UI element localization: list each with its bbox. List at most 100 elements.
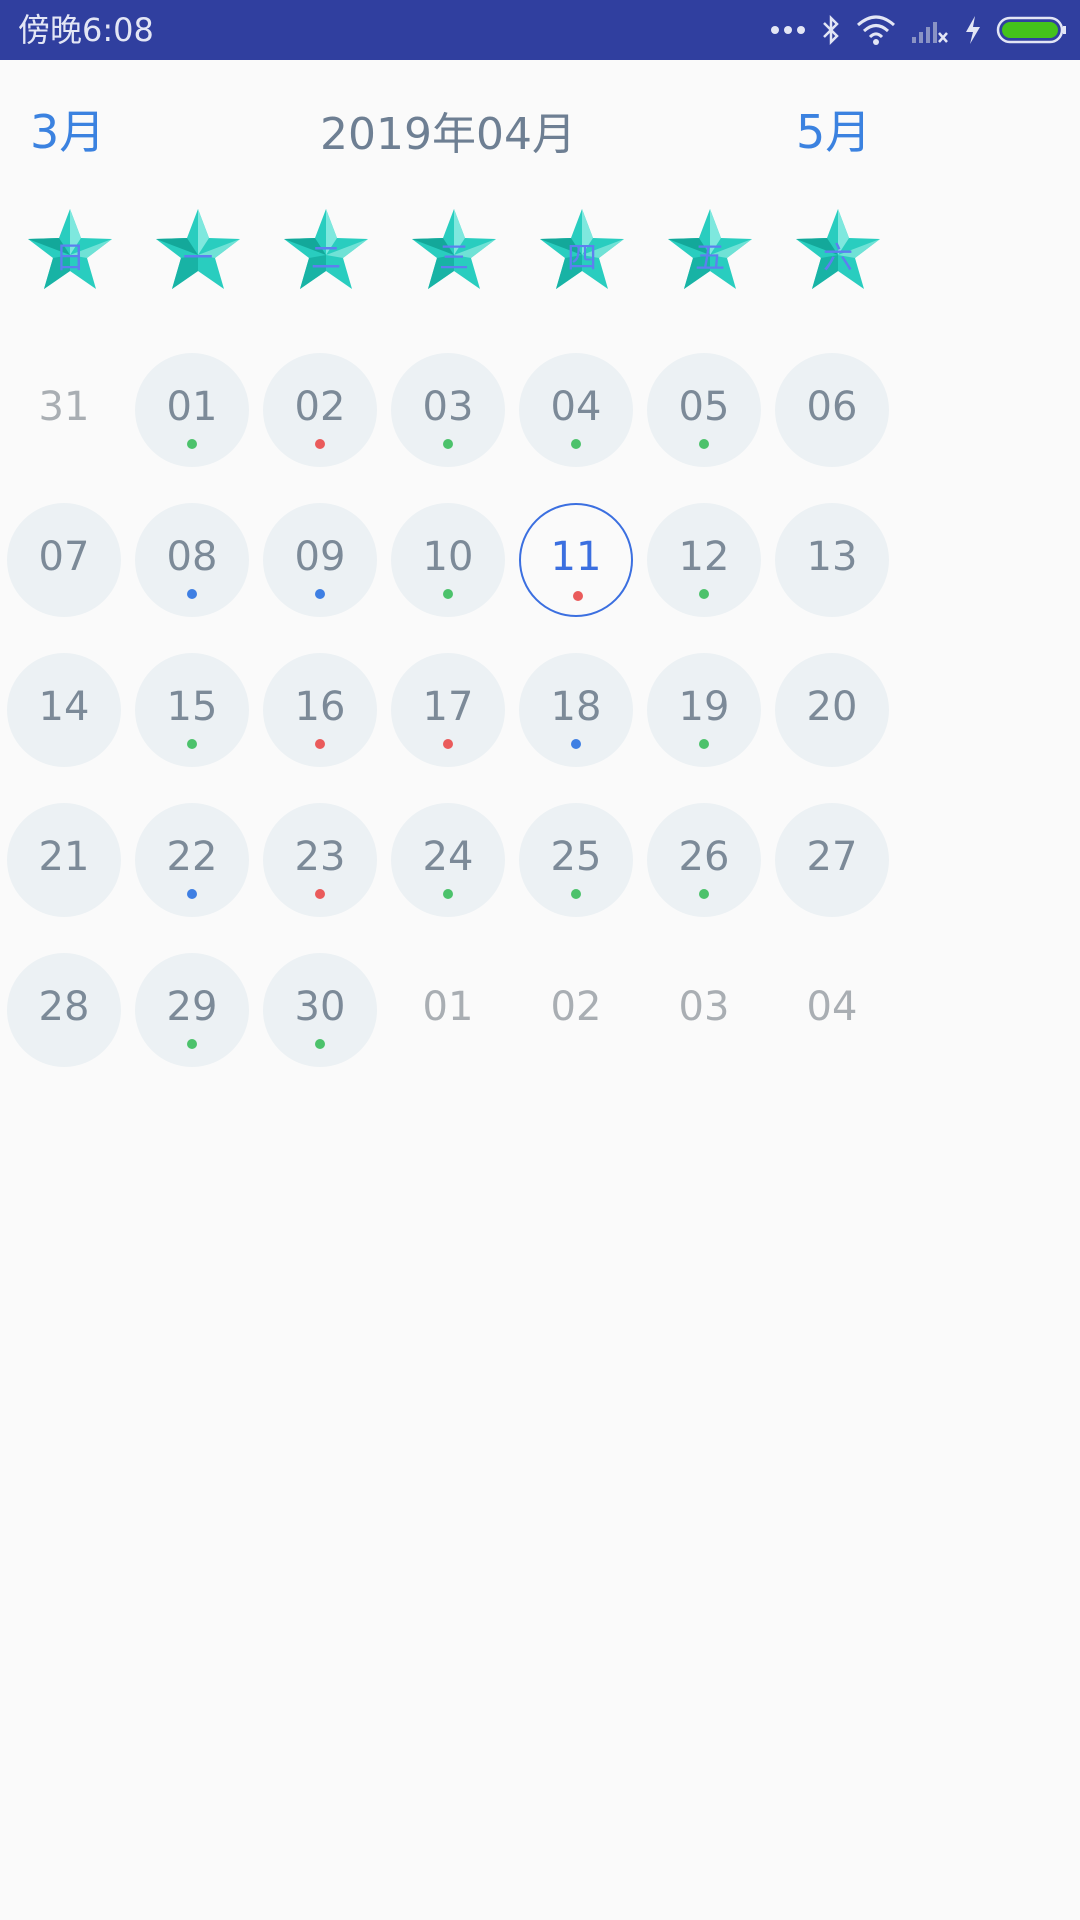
wifi-icon: [857, 15, 895, 45]
day-cell[interactable]: 23: [263, 803, 377, 917]
next-month-button[interactable]: 5月: [796, 96, 871, 162]
day-number: 30: [294, 984, 346, 1030]
weekday-5: 五: [665, 205, 755, 295]
day-cell[interactable]: 16: [263, 653, 377, 767]
charging-icon: [966, 16, 980, 44]
day-number: 28: [38, 984, 90, 1030]
bluetooth-icon: [823, 14, 839, 46]
day-number: 10: [422, 534, 474, 580]
day-number: 25: [550, 834, 602, 880]
day-number: 04: [806, 984, 858, 1030]
month-title: 2019年04月: [320, 109, 576, 160]
day-cell[interactable]: 06: [775, 353, 889, 467]
day-cell[interactable]: 25: [519, 803, 633, 917]
prev-month-button[interactable]: 3月: [30, 96, 105, 162]
day-cell-outside[interactable]: 03: [647, 953, 761, 1067]
weekday-label: 二: [311, 241, 341, 276]
day-cell-outside[interactable]: 02: [519, 953, 633, 1067]
event-dot-red: [315, 439, 325, 449]
weekday-4: 四: [537, 205, 627, 295]
day-cell[interactable]: 09: [263, 503, 377, 617]
day-cell[interactable]: 14: [7, 653, 121, 767]
weekday-label: 六: [823, 241, 853, 276]
day-cell[interactable]: 05: [647, 353, 761, 467]
event-dot-green: [699, 889, 709, 899]
event-dot-green: [699, 439, 709, 449]
day-number: 04: [550, 384, 602, 430]
day-number: 13: [806, 534, 858, 580]
day-number: 12: [678, 534, 730, 580]
day-cell[interactable]: 18: [519, 653, 633, 767]
day-cell-outside[interactable]: 04: [775, 953, 889, 1067]
day-cell-selected[interactable]: 11: [519, 503, 633, 617]
day-cell[interactable]: 12: [647, 503, 761, 617]
status-bar: 傍晚6:08: [0, 0, 1080, 60]
event-dot-red: [573, 591, 583, 601]
day-number: 02: [550, 984, 602, 1030]
day-cell[interactable]: 30: [263, 953, 377, 1067]
day-number: 23: [294, 834, 346, 880]
weekday-header: 日一二三四五六: [0, 205, 890, 295]
day-cell-outside[interactable]: 01: [391, 953, 505, 1067]
day-number: 01: [422, 984, 474, 1030]
weekday-1: 一: [153, 205, 243, 295]
weekday-3: 三: [409, 205, 499, 295]
day-number: 02: [294, 384, 346, 430]
day-cell[interactable]: 17: [391, 653, 505, 767]
day-cell[interactable]: 02: [263, 353, 377, 467]
event-dot-blue: [187, 889, 197, 899]
day-cell[interactable]: 19: [647, 653, 761, 767]
signal-no-sim-icon: [912, 22, 948, 43]
day-number: 27: [806, 834, 858, 880]
event-dot-red: [315, 739, 325, 749]
event-dot-green: [699, 739, 709, 749]
day-cell[interactable]: 10: [391, 503, 505, 617]
day-number: 03: [678, 984, 730, 1030]
weekday-6: 六: [793, 205, 883, 295]
day-cell[interactable]: 15: [135, 653, 249, 767]
day-cell[interactable]: 13: [775, 503, 889, 617]
day-number: 01: [166, 384, 218, 430]
day-number: 17: [422, 684, 474, 730]
day-cell-outside[interactable]: 31: [7, 353, 121, 467]
weekday-label: 四: [567, 241, 597, 276]
event-dot-green: [187, 739, 197, 749]
event-dot-green: [315, 1039, 325, 1049]
event-dot-green: [187, 1039, 197, 1049]
day-number: 18: [550, 684, 602, 730]
day-cell[interactable]: 20: [775, 653, 889, 767]
event-dot-green: [187, 439, 197, 449]
status-icons: [770, 0, 1068, 60]
day-cell[interactable]: 03: [391, 353, 505, 467]
event-dot-green: [571, 439, 581, 449]
day-number: 11: [550, 534, 602, 580]
day-number: 24: [422, 834, 474, 880]
day-number: 19: [678, 684, 730, 730]
day-number: 29: [166, 984, 218, 1030]
weekday-0: 日: [25, 205, 115, 295]
day-cell[interactable]: 26: [647, 803, 761, 917]
day-number: 08: [166, 534, 218, 580]
day-cell[interactable]: 07: [7, 503, 121, 617]
event-dot-blue: [315, 589, 325, 599]
day-cell[interactable]: 29: [135, 953, 249, 1067]
day-cell[interactable]: 27: [775, 803, 889, 917]
day-number: 22: [166, 834, 218, 880]
day-number: 06: [806, 384, 858, 430]
weekday-label: 一: [183, 241, 213, 276]
day-number: 26: [678, 834, 730, 880]
day-cell[interactable]: 08: [135, 503, 249, 617]
day-number: 09: [294, 534, 346, 580]
event-dot-red: [443, 739, 453, 749]
day-cell[interactable]: 22: [135, 803, 249, 917]
day-cell[interactable]: 04: [519, 353, 633, 467]
day-number: 31: [38, 384, 90, 430]
day-cell[interactable]: 01: [135, 353, 249, 467]
day-cell[interactable]: 24: [391, 803, 505, 917]
day-number: 16: [294, 684, 346, 730]
day-cell[interactable]: 28: [7, 953, 121, 1067]
weekday-label: 日: [55, 241, 85, 276]
day-cell[interactable]: 21: [7, 803, 121, 917]
weekday-label: 三: [439, 241, 469, 276]
weekday-label: 五: [695, 241, 725, 276]
